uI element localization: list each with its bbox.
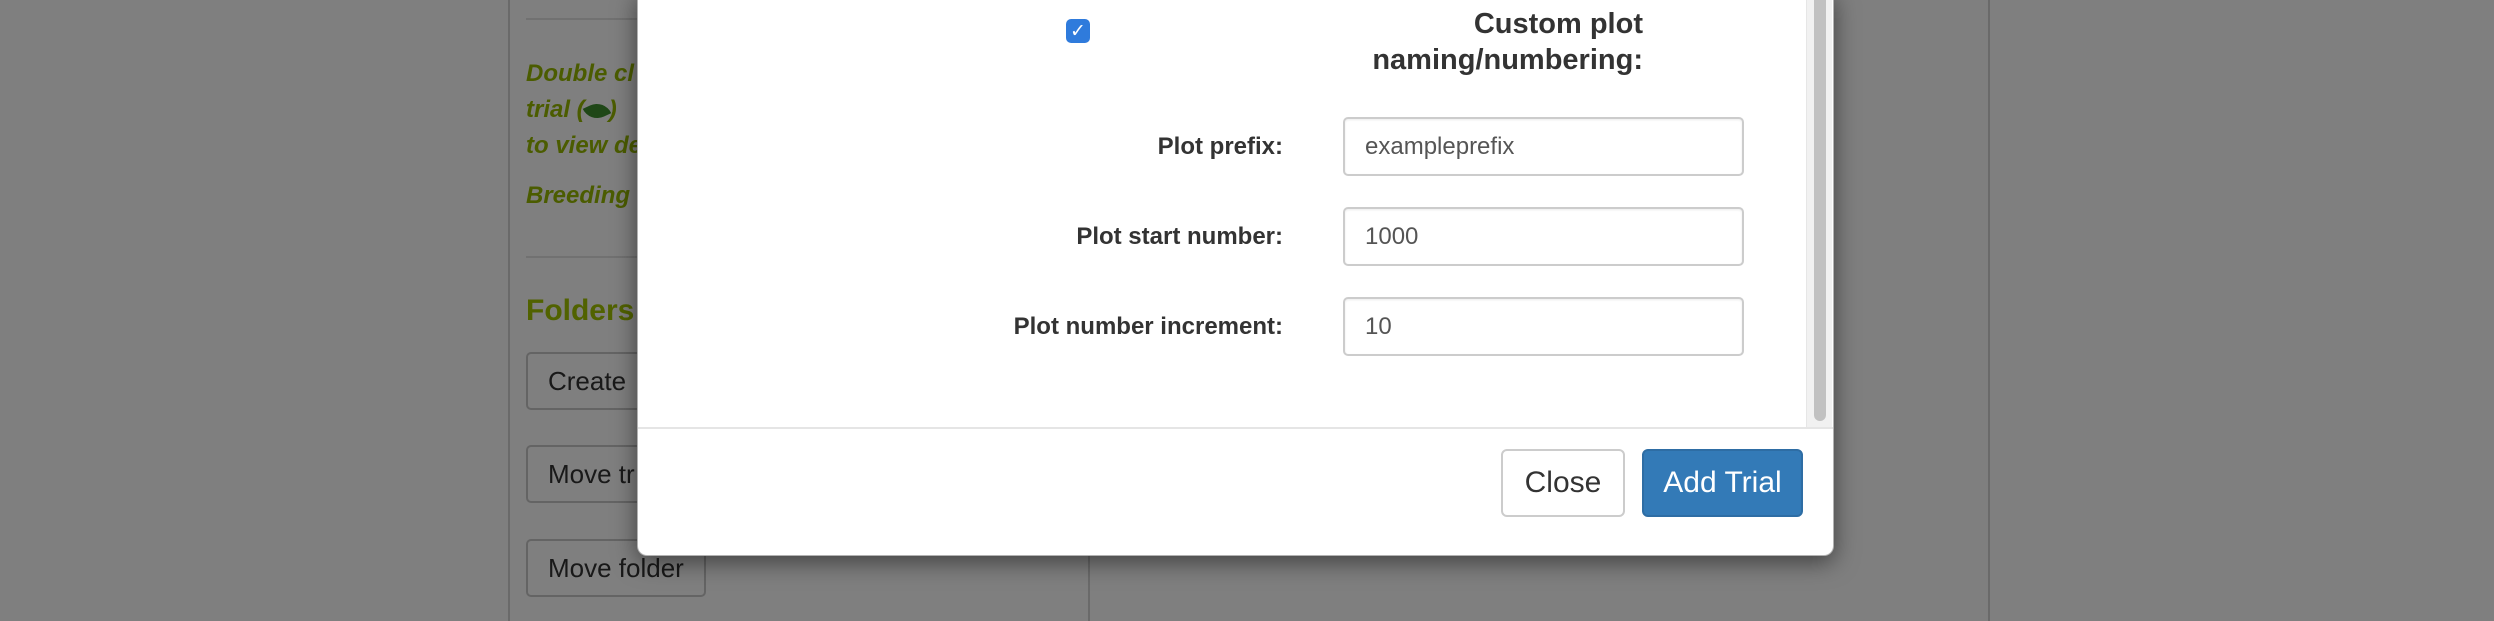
plot-prefix-input[interactable]: [1343, 117, 1744, 176]
modal-footer: Close Add Trial: [638, 429, 1833, 555]
close-button[interactable]: Close: [1501, 449, 1625, 517]
scrollbar-thumb[interactable]: [1814, 0, 1826, 421]
plot-start-number-label: Plot start number:: [1076, 223, 1283, 250]
modal-scrollbar[interactable]: [1806, 0, 1832, 428]
plot-prefix-label: Plot prefix:: [1157, 133, 1283, 160]
plot-number-increment-label: Plot number increment:: [1013, 313, 1283, 340]
custom-naming-checkbox[interactable]: ✓: [1066, 19, 1090, 43]
custom-naming-label: Custom plot naming/numbering:: [1372, 8, 1643, 76]
check-icon: ✓: [1070, 20, 1086, 42]
add-trial-modal: Custom plot naming/numbering: ✓ Plot pre…: [637, 0, 1834, 556]
add-trial-button[interactable]: Add Trial: [1642, 449, 1803, 517]
modal-body: Custom plot naming/numbering: ✓ Plot pre…: [638, 0, 1833, 428]
plot-number-increment-input[interactable]: [1343, 297, 1744, 356]
plot-start-number-input[interactable]: [1343, 207, 1744, 266]
